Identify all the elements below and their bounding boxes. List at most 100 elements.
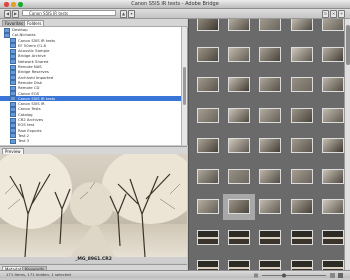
thumbnail[interactable]	[286, 133, 318, 159]
folder-row[interactable]: Test 3	[0, 138, 187, 144]
thumbnail-image	[321, 19, 344, 31]
thumbnail-image	[259, 46, 282, 62]
thumbnail[interactable]	[254, 19, 286, 37]
forward-button[interactable]: ▶	[12, 10, 19, 18]
thumbnail-image	[197, 229, 219, 245]
thumbnail-image	[290, 138, 313, 153]
panel-tabs: Favorites Folders	[0, 19, 187, 27]
thumbnail[interactable]	[192, 42, 224, 68]
thumbnail[interactable]	[192, 103, 224, 129]
folder-label: Remote NAS	[18, 64, 42, 70]
thumbnail[interactable]	[254, 225, 286, 251]
thumbnail[interactable]	[192, 194, 224, 220]
folder-label: EF 50mm f/1.8	[18, 42, 46, 48]
thumbnail[interactable]	[192, 225, 224, 251]
thumbnail[interactable]	[286, 225, 318, 251]
thumbnail[interactable]	[286, 194, 318, 220]
thumbnail[interactable]	[223, 72, 255, 98]
thumbnail[interactable]	[286, 255, 318, 270]
thumbnail[interactable]	[254, 103, 286, 129]
folder-tree: Desktop Cpl-Nicholas Canon S5IS IR tests EF…	[0, 27, 187, 144]
tab-favorites[interactable]: Favorites	[2, 20, 27, 26]
slider-knob	[282, 273, 286, 277]
thumbnail[interactable]	[192, 255, 224, 270]
folder-label: Canon Tests	[18, 106, 41, 112]
thumbnail[interactable]	[223, 103, 255, 129]
thumbnail[interactable]	[192, 133, 224, 159]
folder-label: Test 2	[18, 132, 30, 138]
folder-label: Test 3	[18, 138, 30, 144]
folder-icon	[10, 138, 16, 144]
thumbnail-image	[259, 199, 282, 214]
folders-scrollbar[interactable]	[181, 27, 187, 145]
tab-folders[interactable]: Folders	[24, 20, 45, 26]
thumbnail[interactable]	[192, 72, 224, 98]
thumbnail[interactable]	[254, 164, 286, 190]
folders-panel: Desktop Cpl-Nicholas Canon S5IS IR tests EF…	[0, 27, 188, 145]
thumbnail[interactable]	[254, 194, 286, 220]
refresh-icon[interactable]: ↻	[322, 10, 329, 18]
thumbnail[interactable]	[254, 255, 286, 270]
thumbnail[interactable]	[192, 164, 224, 190]
folder-label: Acoustic Sample	[18, 48, 50, 54]
trash-icon[interactable]: ✕	[330, 10, 337, 18]
folder-up-icon[interactable]: ▲	[120, 10, 127, 18]
folder-label: Bridge Reserves	[18, 69, 49, 75]
thumbnail[interactable]	[286, 103, 318, 129]
thumbnail-image	[197, 46, 219, 62]
folder-label: Bridge Archive	[18, 53, 46, 59]
thumbnail[interactable]	[223, 194, 256, 220]
thumbnail[interactable]	[286, 164, 318, 190]
folder-label: Canon S5IS IR	[18, 101, 45, 107]
thumbnail[interactable]	[254, 72, 286, 98]
thumbnail[interactable]	[286, 42, 318, 68]
filter-icon[interactable]: ▾	[128, 10, 135, 18]
content-scrollbar-thumb[interactable]	[346, 25, 350, 65]
thumbnail-image	[290, 260, 313, 270]
thumbnail-image	[197, 107, 219, 123]
folder-label: Catalog	[18, 111, 33, 117]
thumbnail[interactable]	[223, 164, 255, 190]
thumbnail-image	[259, 77, 282, 92]
small-thumbnails-icon	[254, 273, 258, 277]
folder-label: Remote Disk	[18, 79, 43, 85]
thumbnail-image	[290, 19, 313, 31]
content-panel	[188, 19, 350, 270]
status-text: 171 items, 171 hidden, 1 selected	[6, 272, 71, 277]
thumbnail-image	[228, 199, 251, 214]
preview-image	[0, 154, 187, 257]
thumbnail-image	[197, 168, 219, 184]
thumbnail-size-slider[interactable]	[254, 272, 344, 280]
folder-label: Canon S5IS IR tests	[18, 37, 56, 43]
infrared-landscape-image	[0, 154, 187, 257]
thumbnail-image	[197, 199, 219, 214]
thumbnail[interactable]	[192, 19, 224, 37]
thumbnail-image	[228, 107, 251, 123]
thumbnail-image	[197, 260, 219, 270]
thumbnail[interactable]	[286, 72, 318, 98]
thumbnail-image	[321, 46, 344, 62]
thumbnail[interactable]	[223, 133, 255, 159]
path-dropdown[interactable]: Canon S5IS IR tests	[22, 10, 116, 16]
thumbnail[interactable]	[223, 255, 255, 270]
back-button[interactable]: ◀	[4, 10, 11, 18]
thumbnail[interactable]	[223, 19, 255, 37]
folder-label: Cpl-Nicholas	[12, 32, 36, 38]
thumbnail-image	[228, 46, 251, 62]
thumbnail-image	[228, 168, 251, 184]
thumbnail[interactable]	[254, 42, 286, 68]
folders-scrollbar-thumb[interactable]	[183, 67, 186, 105]
thumbnail[interactable]	[286, 19, 318, 37]
thumbnail-image	[321, 260, 344, 270]
folder-label: Canon EOS	[18, 90, 40, 96]
title-bar: Canon S5IS IR tests - Adobe Bridge	[0, 0, 350, 9]
thumbnail-image	[321, 138, 344, 153]
folder-label: Archived Imported	[18, 74, 54, 80]
new-folder-icon[interactable]: +	[338, 10, 345, 18]
thumbnail-image	[290, 168, 313, 184]
thumbnail[interactable]	[223, 225, 255, 251]
thumbnail[interactable]	[254, 133, 286, 159]
preview-filename: _MG_8961.CR2	[0, 257, 187, 263]
thumbnail[interactable]	[223, 42, 255, 68]
content-scrollbar[interactable]	[344, 19, 350, 270]
